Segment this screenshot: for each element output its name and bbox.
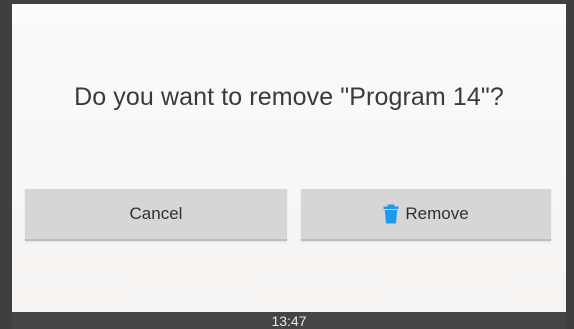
cancel-button[interactable]: Cancel [25,189,287,241]
remove-button-label: Remove [405,204,469,223]
confirm-dialog: Do you want to remove "Program 14"? Canc… [12,4,566,312]
status-time: 13:47 [271,313,307,329]
remove-button[interactable]: Remove [301,189,551,241]
cancel-button-label: Cancel [129,204,183,223]
dialog-message: Do you want to remove "Program 14"? [74,83,504,111]
screen-bezel-right [566,0,574,329]
screen-bezel-left [0,0,12,329]
status-bar: 13:47 [12,312,566,329]
trash-icon [383,204,399,224]
